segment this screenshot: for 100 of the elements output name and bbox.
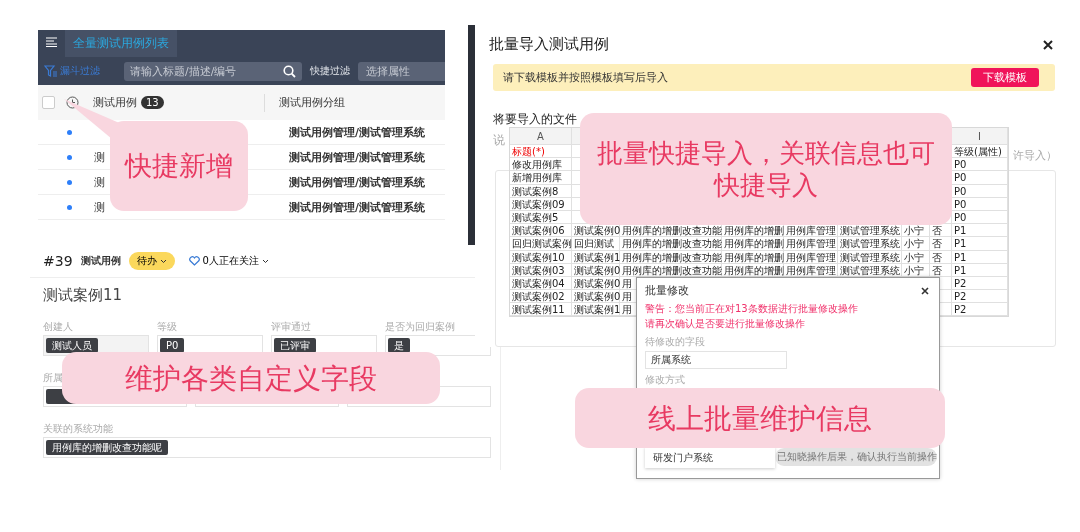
sheet-cell: P0: [954, 211, 967, 223]
sheet-cell: 用例库的增删改查功能: [622, 238, 722, 250]
follow-button[interactable]: 0人正在关注: [182, 253, 275, 269]
sheet-cell: 测试管理系统: [840, 225, 900, 237]
column-header: 测试用例: [93, 95, 137, 110]
sheet-cell: 标题(*): [512, 146, 545, 157]
sheet-cell: 测试案例1: [574, 251, 621, 263]
download-button[interactable]: 下载模板: [971, 68, 1039, 87]
table-cell: 测: [94, 200, 105, 214]
sheet-cell: A: [537, 131, 544, 142]
status-dropdown[interactable]: 待办: [128, 252, 175, 270]
sheet-cell: 用例库管理: [786, 225, 836, 237]
table-cell: 测: [94, 175, 105, 189]
table-cell: 测试用例管理/测试管理系统: [289, 199, 426, 215]
sheet-cell: 用: [622, 304, 632, 316]
table-cell: 测试用例管理/测试管理系统: [289, 124, 426, 140]
issue-type: 测试用例: [80, 254, 121, 268]
close-icon[interactable]: [921, 286, 929, 295]
sheet-cell: 用例库的增删改查功能: [622, 225, 722, 237]
sheet-cell: 测试案例0: [574, 225, 621, 237]
sheet-cell: P2: [954, 291, 967, 303]
table-cell: 测试用例管理/测试管理系统: [289, 174, 426, 190]
sheet-cell: P2: [954, 304, 967, 316]
chevron-icon: [159, 258, 167, 264]
field-label: 是否为回归案例: [385, 321, 455, 332]
search-icon[interactable]: [283, 64, 296, 78]
field-select[interactable]: 所属系统: [645, 351, 787, 369]
sheet-cell: 否: [932, 225, 942, 237]
table-cell: 测试用例管理/测试管理系统: [289, 149, 426, 165]
select-all-checkbox[interactable]: [42, 96, 55, 109]
sheet-cell: 用: [622, 291, 632, 303]
heart-icon: [188, 256, 200, 266]
sheet-cell: 等级(属性): [954, 146, 1002, 157]
dropdown-menu[interactable]: 研发门户系统: [645, 447, 775, 468]
search-field[interactable]: 请输入标题/描述/编号: [124, 61, 302, 81]
sheet-cell: 测试案例06: [512, 225, 565, 237]
sheet-cell: 否: [932, 238, 942, 250]
sheet-cell: 小宁: [904, 225, 924, 237]
bullet-icon: [67, 179, 72, 185]
warning-text: 警告：您当前正在对13条数据进行批量修改操作: [645, 303, 858, 314]
sheet-cell: 小宁: [904, 238, 924, 250]
dialog-title: 批量修改: [645, 283, 689, 298]
field-label: 待修改的字段: [645, 336, 705, 347]
field-input[interactable]: 用例库的增删改查功能呢: [43, 437, 491, 458]
sheet-cell: 测试管理系统: [840, 264, 900, 276]
funnel-icon: [44, 65, 58, 77]
sheet-cell: 回归测试案例: [512, 238, 572, 250]
sheet-cell: 否: [932, 264, 942, 276]
value-tag: 测试人员: [46, 338, 98, 353]
sheet-cell: 用例库的增删改查功能: [622, 251, 722, 263]
sheet-cell: 用例库管理: [786, 264, 836, 276]
sheet-cell: 测试案例11: [512, 304, 565, 316]
field-label: 所属: [43, 372, 63, 383]
sheet-cell: P0: [954, 198, 967, 210]
warning-text: 请再次确认是否要进行批量修改操作: [645, 318, 805, 329]
sheet-cell: 否: [932, 251, 942, 263]
issue-id: #39: [43, 253, 73, 269]
sheet-cell: P1: [954, 264, 967, 276]
sheet-cell: 用例库的增删改查功能: [622, 264, 722, 276]
sheet-cell: 测试案例10: [512, 251, 565, 263]
field-label: 评审通过: [271, 321, 311, 332]
sheet-cell: 测试案例0: [574, 264, 621, 276]
sheet-cell: 用例库的增删: [724, 238, 784, 250]
sheet-cell: P1: [954, 238, 967, 250]
sheet-cell: P0: [954, 185, 967, 197]
field-label: 修改方式: [645, 374, 685, 385]
close-icon[interactable]: [1043, 39, 1053, 50]
sheet-cell: 测试案例8: [512, 185, 559, 197]
case-title: 测试案例11: [42, 285, 124, 305]
sheet-cell: 测试案例04: [512, 277, 565, 289]
notice-text: 请下载模板并按照模板填写后导入: [503, 70, 668, 85]
column-header: 测试用例分组: [279, 95, 345, 110]
sheet-cell: 用例库的增删: [724, 251, 784, 263]
drop-heading: 将要导入的文件: [493, 112, 577, 126]
bullet-icon: [67, 129, 72, 135]
sheet-cell: I: [978, 131, 981, 142]
value-tag: 用例库的增删改查功能呢: [46, 440, 168, 455]
menu-icon[interactable]: [46, 37, 57, 47]
callout-tooltip: 快捷新增: [110, 121, 248, 211]
bullet-icon: [67, 204, 72, 210]
sheet-cell: 用: [622, 277, 632, 289]
callout-tooltip: 批量快捷导入，关联信息也可快捷导入: [580, 113, 952, 225]
sheet-cell: 测试案例1: [574, 304, 621, 316]
sheet-cell: 测试案例09: [512, 198, 565, 210]
attribute-select[interactable]: 选择属性: [358, 61, 445, 81]
sheet-cell: 用例库管理: [786, 251, 836, 263]
sheet-cell: P1: [954, 251, 967, 263]
sheet-cell: 测试管理系统: [840, 251, 900, 263]
sheet-cell: 小宁: [904, 251, 924, 263]
table-cell: 测: [94, 150, 105, 164]
note-text: 说: [493, 132, 505, 149]
bullet-icon: [67, 154, 72, 160]
field-label: 创建人: [43, 321, 73, 332]
clock-icon[interactable]: [66, 96, 79, 109]
note-text: 许导入）: [1013, 148, 1057, 163]
sheet-cell: 测试案例0: [574, 277, 621, 289]
field-label: 关联的系统功能: [43, 423, 113, 434]
field-label: 等级: [157, 321, 177, 332]
sheet-cell: P0: [954, 159, 967, 171]
sheet-cell: 测试案例03: [512, 264, 565, 276]
